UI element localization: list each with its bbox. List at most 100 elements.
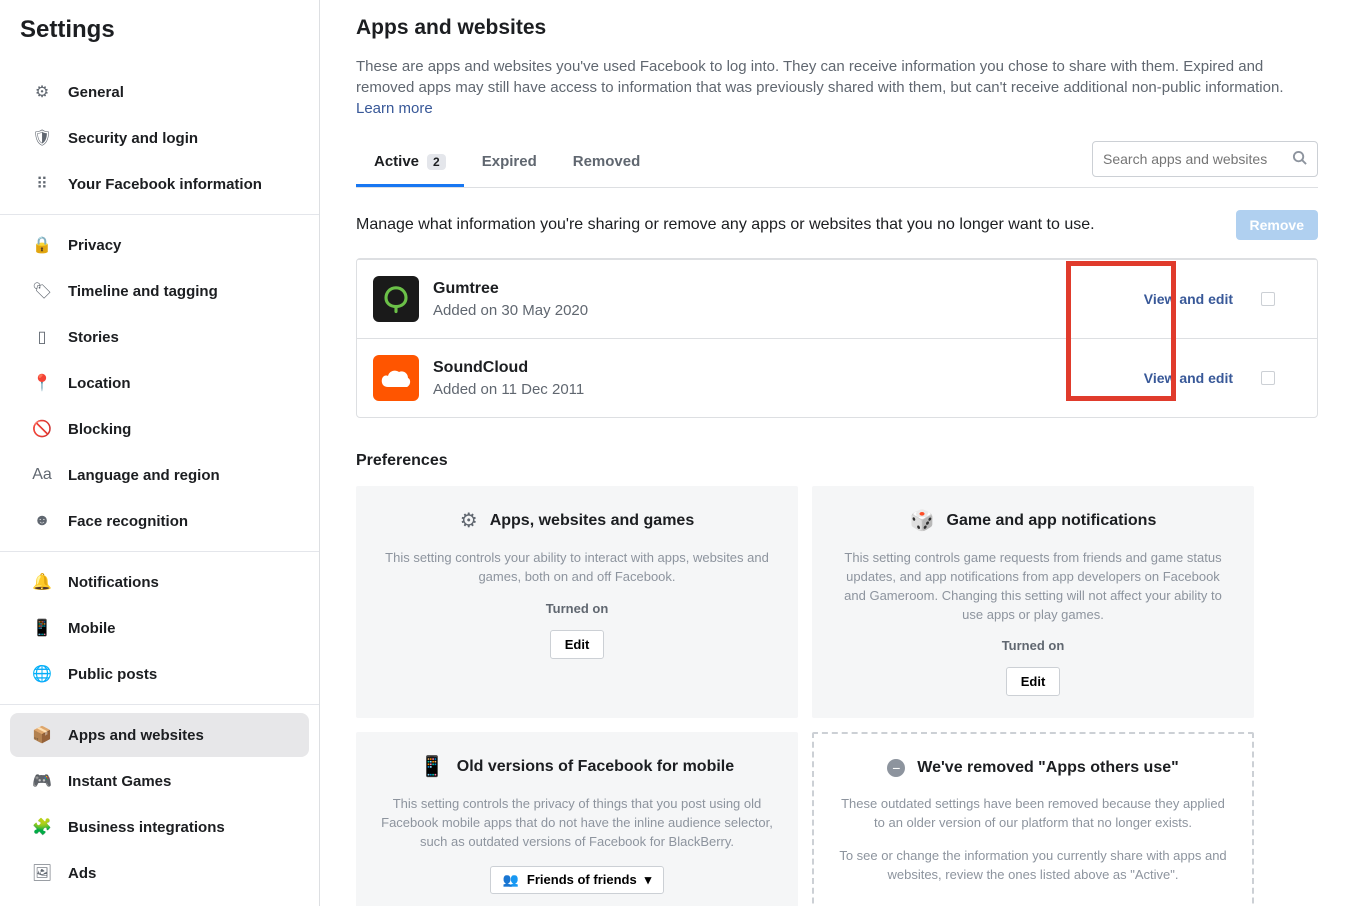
search-box[interactable] — [1092, 141, 1318, 177]
chevron-down-icon: ▾ — [645, 872, 652, 888]
pref-title: Apps, websites and games — [490, 512, 695, 530]
ads-icon: 🖼 — [30, 861, 54, 885]
public-posts-icon: 🌐 — [30, 662, 54, 686]
mobile-icon: 📱 — [30, 616, 54, 640]
sidebar-item-label: Security and login — [68, 130, 198, 147]
pref-card: −We've removed "Apps others use" These ou… — [812, 732, 1254, 906]
sidebar-item-label: Ads — [68, 865, 96, 882]
app-added: Added on 30 May 2020 — [433, 302, 1144, 319]
pref-status: Turned on — [836, 638, 1230, 653]
app-row: SoundCloudAdded on 11 Dec 2011View and e… — [357, 338, 1317, 417]
notifications-icon: 🔔 — [30, 570, 54, 594]
sidebar-item-label: Mobile — [68, 620, 116, 637]
pref-icon: ⚙ — [460, 508, 478, 533]
language-and-region-icon: Aa — [30, 463, 54, 487]
pref-desc: This setting controls your ability to in… — [380, 549, 774, 587]
edit-button[interactable]: Edit — [1006, 667, 1061, 696]
edit-button[interactable]: Edit — [550, 630, 605, 659]
your-facebook-information-icon: ⠿ — [30, 172, 54, 196]
audience-selector[interactable]: 👥Friends of friends▾ — [490, 866, 665, 894]
remove-button[interactable]: Remove — [1236, 210, 1318, 240]
sidebar-item-business-integrations[interactable]: 🧩Business integrations — [10, 805, 309, 849]
learn-more-link[interactable]: Learn more — [356, 100, 433, 117]
privacy-icon: 🔒 — [30, 233, 54, 257]
sidebar-item-label: Your Facebook information — [68, 176, 262, 193]
pref-desc: To see or change the information you cur… — [838, 847, 1228, 885]
pref-status: Turned on — [380, 601, 774, 616]
timeline-and-tagging-icon: 🏷 — [30, 279, 54, 303]
friends-icon: 👥 — [503, 872, 519, 888]
general-icon: ⚙ — [30, 80, 54, 104]
apps-list: GumtreeAdded on 30 May 2020View and edit… — [356, 258, 1318, 418]
view-and-edit-link[interactable]: View and edit — [1144, 291, 1233, 307]
location-icon: 📍 — [30, 371, 54, 395]
pref-desc: This setting controls game requests from… — [836, 549, 1230, 624]
pref-icon: 🎲 — [910, 508, 935, 533]
app-checkbox[interactable] — [1261, 292, 1275, 306]
pref-desc: This setting controls the privacy of thi… — [380, 795, 774, 852]
blocking-icon: 🚫 — [30, 417, 54, 441]
sidebar-item-label: Language and region — [68, 467, 220, 484]
sidebar-item-label: General — [68, 84, 124, 101]
main-content: Apps and websites These are apps and web… — [320, 0, 1354, 906]
sidebar-item-location[interactable]: 📍 Location — [10, 361, 309, 405]
sidebar-item-label: Privacy — [68, 237, 121, 254]
tab-expired[interactable]: Expired — [464, 139, 555, 187]
search-input[interactable] — [1103, 151, 1292, 167]
sidebar-item-public-posts[interactable]: 🌐 Public posts — [10, 652, 309, 696]
sidebar-item-your-facebook-information[interactable]: ⠿ Your Facebook information — [10, 162, 309, 206]
sidebar-item-stories[interactable]: ▯ Stories — [10, 315, 309, 359]
app-added: Added on 11 Dec 2011 — [433, 381, 1144, 398]
sidebar-item-label: Stories — [68, 329, 119, 346]
page-title: Apps and websites — [356, 16, 1318, 40]
sidebar-item-instant-games[interactable]: 🎮 Instant Games — [10, 759, 309, 803]
sidebar-item-security-and-login[interactable]: 🛡 Security and login — [10, 116, 309, 160]
app-row: Gumtree Added on 30 May 2020View and edit — [357, 259, 1317, 338]
face-recognition-icon: ☻ — [30, 509, 54, 533]
sidebar-item-label: Public posts — [68, 666, 157, 683]
sidebar: Settings ⚙ General 🛡 Security and login ⠿ You… — [0, 0, 320, 906]
tab-badge: 2 — [427, 154, 446, 170]
intro-text: These are apps and websites you've used … — [356, 56, 1318, 119]
sidebar-item-label: Apps and websites — [68, 727, 204, 744]
tab-removed[interactable]: Removed — [555, 139, 659, 187]
sidebar-item-label: Notifications — [68, 574, 159, 591]
search-icon — [1292, 150, 1307, 169]
sidebar-title: Settings — [0, 12, 319, 62]
app-name: Gumtree — [433, 280, 1144, 298]
app-icon-soundcloud — [373, 355, 419, 401]
sidebar-item-label: Blocking — [68, 421, 131, 438]
sidebar-item-label: Instant Games — [68, 773, 171, 790]
pref-card: 📱Old versions of Facebook for mobileThis… — [356, 732, 798, 906]
preferences-grid: ⚙ Apps, websites and games This setting co… — [356, 486, 1318, 906]
sidebar-item-general[interactable]: ⚙ General — [10, 70, 309, 114]
sidebar-item-face-recognition[interactable]: ☻ Face recognition — [10, 499, 309, 543]
pref-card: 🎲 Game and app notifications This setting … — [812, 486, 1254, 718]
security-and-login-icon: 🛡 — [30, 126, 54, 150]
pref-card: ⚙ Apps, websites and games This setting co… — [356, 486, 798, 718]
view-and-edit-link[interactable]: View and edit — [1144, 370, 1233, 386]
pref-icon: − — [887, 756, 905, 779]
instant-games-icon: 🎮 — [30, 769, 54, 793]
pref-desc: These outdated settings have been remove… — [838, 795, 1228, 833]
sidebar-item-apps-and-websites[interactable]: 📦Apps and websites — [10, 713, 309, 757]
pref-title: Old versions of Facebook for mobile — [457, 758, 734, 776]
sidebar-item-blocking[interactable]: 🚫 Blocking — [10, 407, 309, 451]
pref-title: We've removed "Apps others use" — [917, 759, 1178, 777]
app-icon-gumtree — [373, 276, 419, 322]
sidebar-item-facebook-pay[interactable]: 💳Facebook Pay — [10, 897, 309, 906]
sidebar-item-privacy[interactable]: 🔒 Privacy — [10, 223, 309, 267]
stories-icon: ▯ — [30, 325, 54, 349]
sidebar-item-label: Location — [68, 375, 131, 392]
sidebar-item-ads[interactable]: 🖼 Ads — [10, 851, 309, 895]
sidebar-item-label: Timeline and tagging — [68, 283, 218, 300]
sidebar-item-timeline-and-tagging[interactable]: 🏷 Timeline and tagging — [10, 269, 309, 313]
manage-text: Manage what information you're sharing o… — [356, 216, 1236, 234]
sidebar-item-mobile[interactable]: 📱 Mobile — [10, 606, 309, 650]
sidebar-item-label: Face recognition — [68, 513, 188, 530]
sidebar-item-language-and-region[interactable]: Aa Language and region — [10, 453, 309, 497]
sidebar-item-notifications[interactable]: 🔔 Notifications — [10, 560, 309, 604]
app-checkbox[interactable] — [1261, 371, 1275, 385]
pref-title: Game and app notifications — [947, 512, 1157, 530]
tab-active[interactable]: Active2 — [356, 139, 464, 187]
